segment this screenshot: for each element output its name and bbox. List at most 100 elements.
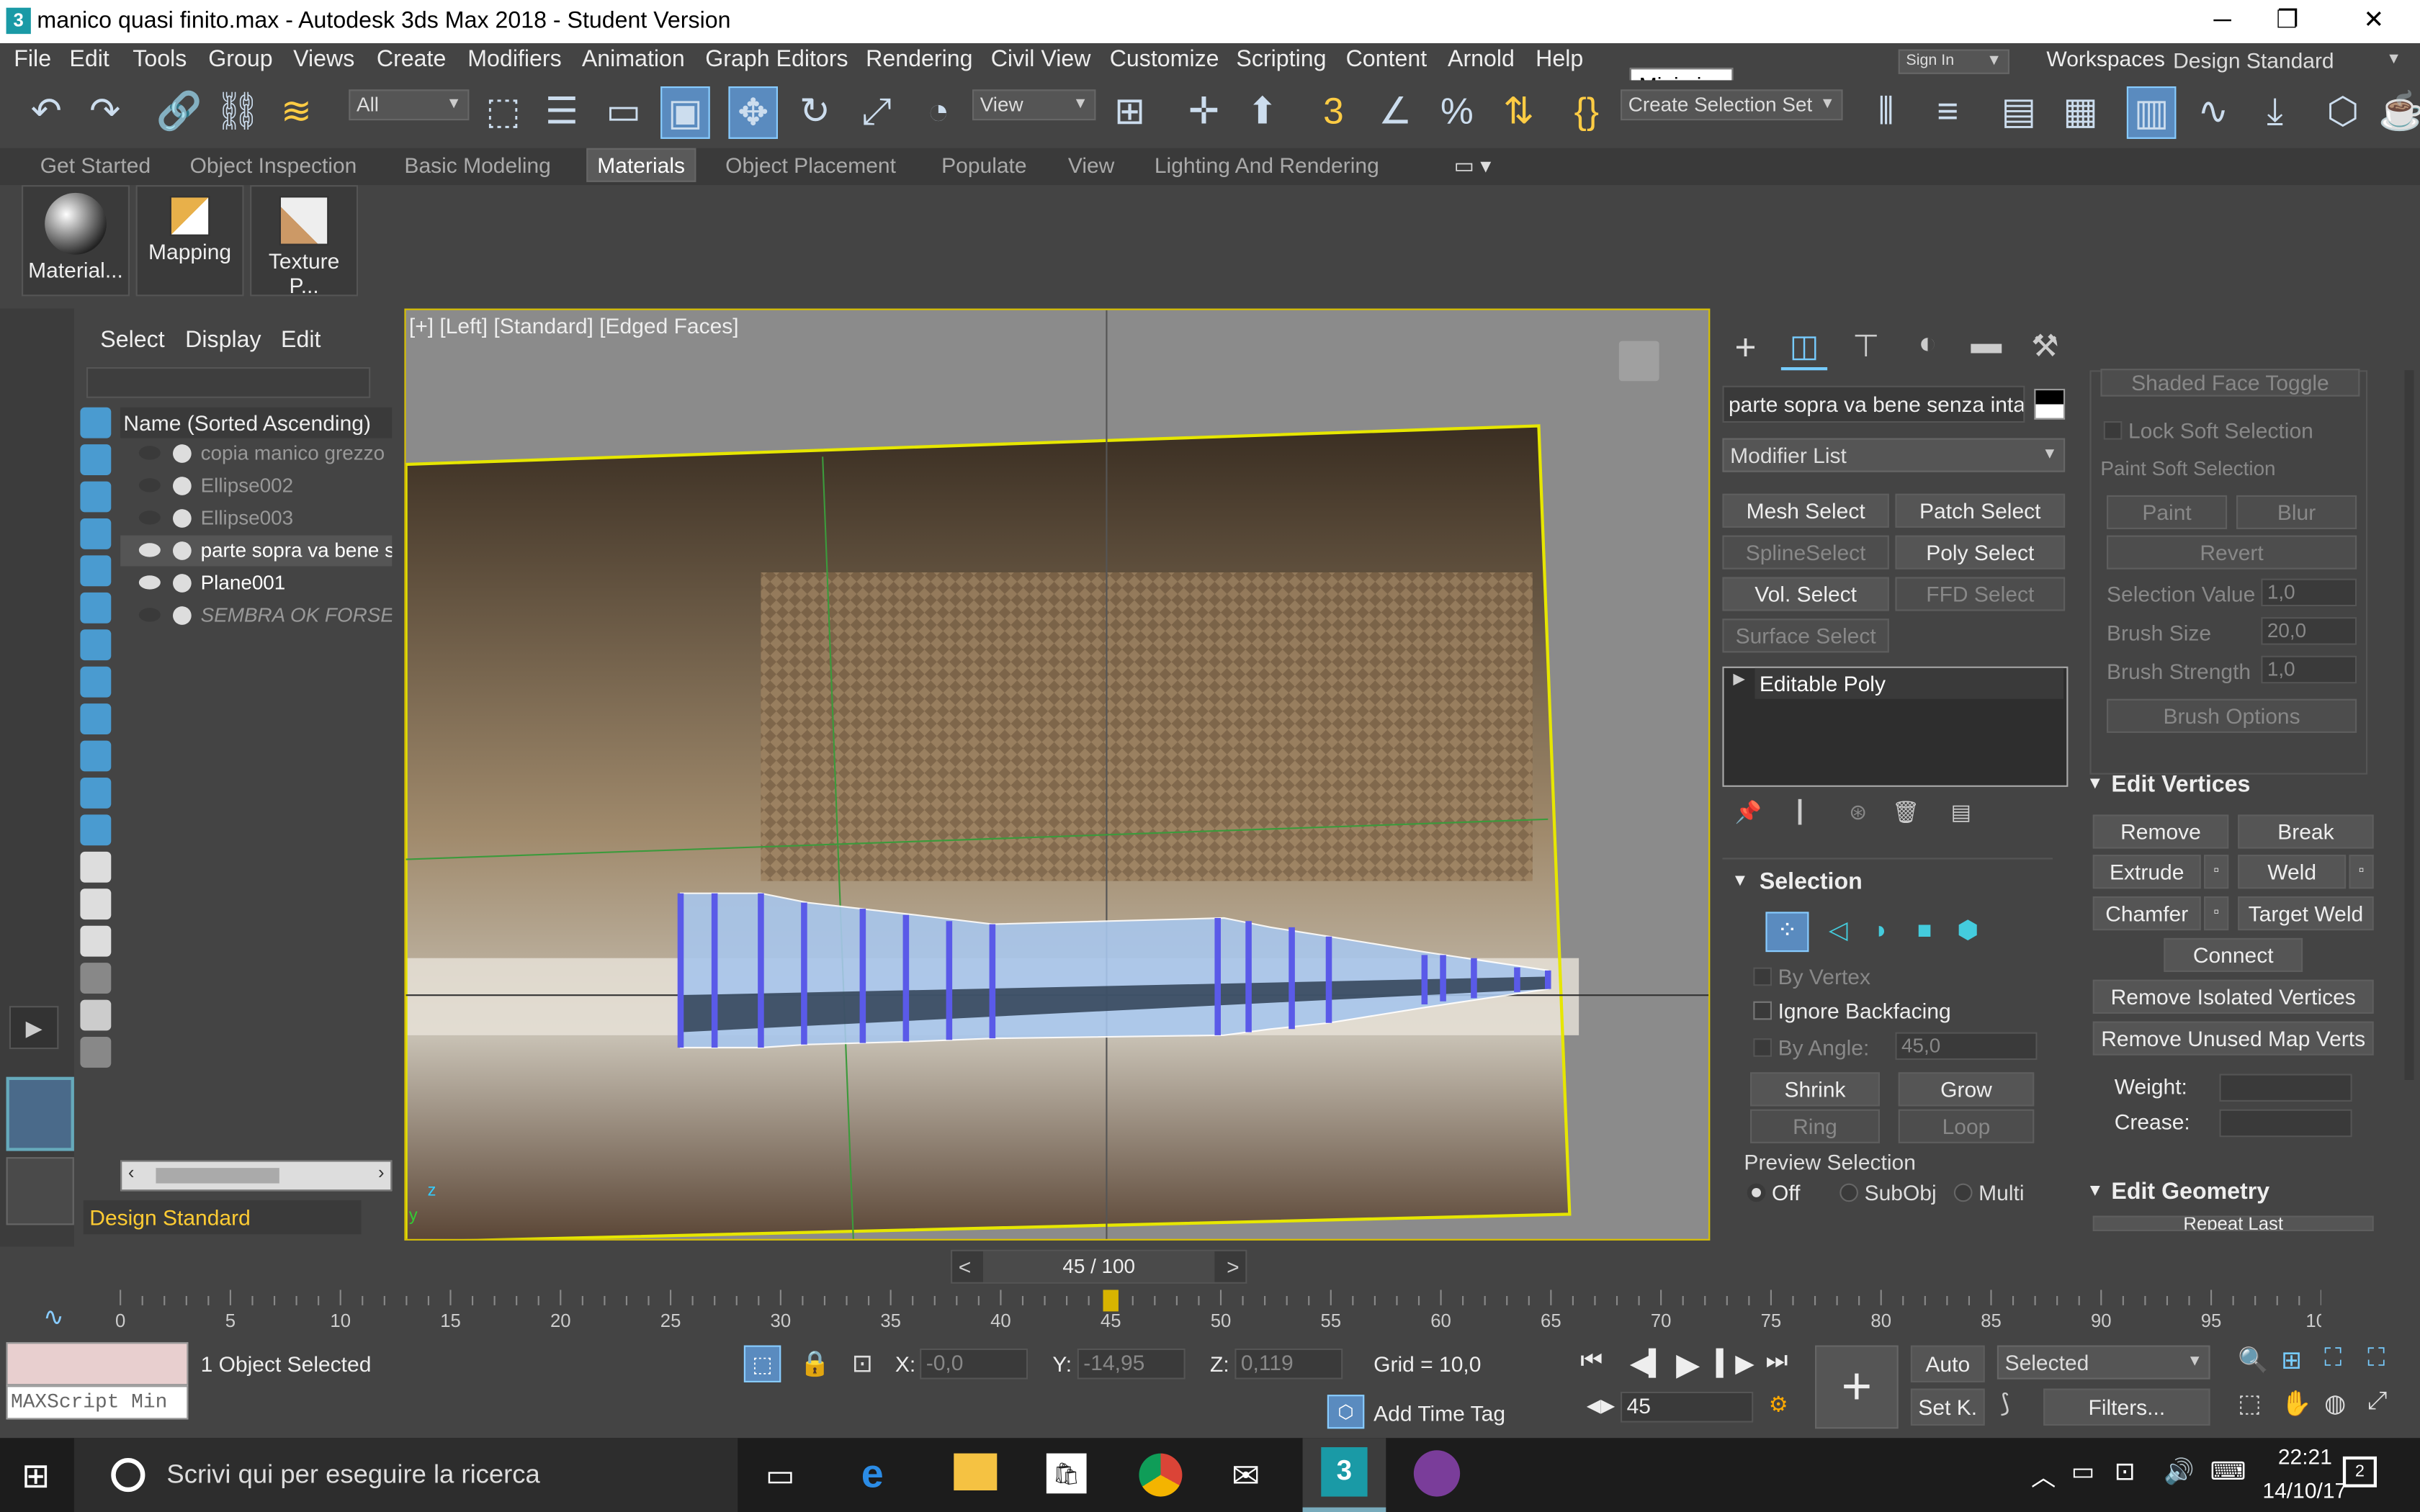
taskbar-search-box[interactable]: Scrivi qui per eseguire la ricerca	[73, 1438, 738, 1512]
menu-group[interactable]: Group	[208, 46, 272, 72]
default-tangents-icon[interactable]: ⟆	[2000, 1389, 2009, 1420]
scroll-thumb[interactable]	[156, 1168, 279, 1184]
github-desktop-icon[interactable]	[1413, 1450, 1461, 1497]
funnel-icon[interactable]	[80, 999, 112, 1031]
frozen-filter-icon[interactable]	[80, 778, 112, 809]
link-icon[interactable]: 🔗	[154, 86, 204, 139]
explorer-row[interactable]: copia manico grezzo	[120, 438, 392, 469]
scroll-left-icon[interactable]: ‹	[128, 1162, 135, 1184]
bone-filter-icon[interactable]	[80, 703, 112, 734]
time-slider-thumb[interactable]: 45 / 100	[983, 1251, 1215, 1282]
blur-button[interactable]: Blur	[2236, 495, 2357, 529]
zoom-icon[interactable]: 🔍	[2238, 1346, 2269, 1377]
material-browser-button[interactable]: Material...	[22, 185, 130, 297]
schematic-view-icon[interactable]: ⤓	[2250, 86, 2300, 139]
group-filter-icon[interactable]	[80, 629, 112, 661]
mirror-icon[interactable]: ⫴	[1861, 86, 1911, 139]
shaded-face-toggle-button[interactable]: Shaded Face Toggle	[2100, 369, 2360, 397]
viewport-left[interactable]: [+] [Left] [Standard] [Edged Faces] z y	[404, 308, 1711, 1241]
time-tag-icon[interactable]: ⬡	[1327, 1395, 1365, 1429]
orbit-icon[interactable]: ◍	[2324, 1389, 2346, 1420]
edge-browser-icon[interactable]: e	[861, 1450, 884, 1498]
shrink-button[interactable]: Shrink	[1750, 1072, 1880, 1107]
edge-mode-icon[interactable]: ◁	[1818, 912, 1858, 952]
viewport-layout-tab[interactable]	[6, 1157, 74, 1225]
action-center-icon[interactable]: 2	[2342, 1456, 2377, 1488]
key-filters-button[interactable]: Filters...	[2043, 1388, 2210, 1426]
by-angle-checkbox[interactable]	[1753, 1038, 1772, 1057]
previous-frame-icon[interactable]: ◀▍	[1630, 1349, 1668, 1380]
isolate-selection-icon[interactable]: ⬚	[743, 1345, 781, 1382]
window-crossing-icon[interactable]: ▣	[660, 86, 710, 139]
select-object-icon[interactable]: ⬚	[478, 86, 528, 139]
revert-button[interactable]: Revert	[2107, 535, 2357, 570]
tab-object-placement[interactable]: Object Placement	[725, 153, 896, 177]
light-filter-icon[interactable]	[80, 481, 112, 513]
3dsmax-taskbar-button[interactable]: 3	[1302, 1438, 1386, 1512]
mesh-select-button[interactable]: Mesh Select	[1722, 493, 1889, 528]
display-invert-icon[interactable]	[80, 925, 112, 957]
play-icon[interactable]: ▶	[1676, 1346, 1700, 1385]
selection-rollout-title[interactable]: Selection	[1760, 868, 1863, 894]
remove-button[interactable]: Remove	[2092, 814, 2229, 849]
track-bar[interactable]: 0 5 10 15 20 25 30 35 40 45 50 55 60 65 70 75 80 85 90 95 10…	[115, 1290, 2336, 1331]
current-frame-marker[interactable]	[1103, 1290, 1119, 1312]
create-tab-icon[interactable]: +	[1722, 327, 1768, 370]
viewport-layout-tab-active[interactable]	[6, 1076, 74, 1151]
expand-stack-icon[interactable]: ▶	[1733, 671, 1745, 688]
pivot-center-icon[interactable]: ⊞	[1105, 86, 1155, 139]
sign-in-dropdown[interactable]: Sign In	[1898, 49, 2009, 74]
go-to-end-icon[interactable]: ⏭	[1765, 1349, 1788, 1377]
file-explorer-icon[interactable]	[954, 1453, 998, 1490]
poly-select-button[interactable]: Poly Select	[1895, 535, 2066, 570]
edit-vertices-title[interactable]: Edit Vertices	[2111, 771, 2250, 797]
paint-button[interactable]: Paint	[2107, 495, 2228, 529]
edit-vertices-collapse-icon[interactable]: ▼	[2087, 775, 2103, 793]
curve-editor-mini-icon[interactable]: ∿	[43, 1302, 64, 1333]
explorer-menu-display[interactable]: Display	[185, 327, 261, 353]
weight-spinner[interactable]	[2219, 1074, 2352, 1102]
clock-date[interactable]: 14/10/17	[2262, 1478, 2347, 1503]
make-unique-icon[interactable]: ⊛	[1849, 799, 1867, 825]
key-filter-selected-dropdown[interactable]: Selected	[1996, 1345, 2210, 1380]
hidden-filter-icon[interactable]	[80, 814, 112, 846]
field-of-view-icon[interactable]: ⬚	[2238, 1389, 2261, 1420]
shape-filter-icon[interactable]	[80, 444, 112, 475]
unlink-icon[interactable]: ⛓	[213, 86, 263, 139]
chrome-icon[interactable]	[1139, 1453, 1183, 1497]
brush-strength-spinner[interactable]: 1,0	[2261, 655, 2357, 684]
menu-animation[interactable]: Animation	[582, 46, 685, 72]
rectangular-selection-icon[interactable]: ▭	[599, 86, 648, 139]
select-manipulate-icon[interactable]: ✛	[1179, 86, 1229, 139]
visibility-eye-icon[interactable]	[138, 608, 161, 622]
next-frame-button-icon[interactable]: ▍▶	[1716, 1349, 1754, 1380]
object-color-swatch[interactable]	[2034, 389, 2066, 420]
visibility-eye-icon[interactable]	[138, 575, 161, 590]
angle-snap-icon[interactable]: ∠	[1371, 86, 1420, 139]
language-icon[interactable]: ⌨	[2210, 1457, 2246, 1488]
surface-select-button[interactable]: Surface Select	[1722, 618, 1889, 653]
workspaces-dropdown[interactable]: Design Standard	[2166, 46, 2408, 78]
spacewarp-filter-icon[interactable]	[80, 592, 112, 624]
menu-civil-view[interactable]: Civil View	[991, 46, 1091, 72]
visibility-eye-icon[interactable]	[138, 510, 161, 525]
loop-button[interactable]: Loop	[1898, 1109, 2035, 1143]
selection-filter-dropdown[interactable]: All	[349, 89, 470, 121]
menu-views[interactable]: Views	[293, 46, 354, 72]
remove-unused-map-verts-button[interactable]: Remove Unused Map Verts	[2092, 1021, 2374, 1056]
by-angle-spinner[interactable]: 45,0	[1895, 1032, 2038, 1061]
crease-spinner[interactable]	[2219, 1109, 2352, 1138]
mail-icon[interactable]: ✉	[1232, 1457, 1260, 1497]
edit-geometry-title[interactable]: Edit Geometry	[2111, 1179, 2269, 1205]
close-button[interactable]: ✕	[2343, 3, 2405, 40]
next-frame-icon[interactable]: >	[1227, 1254, 1240, 1279]
display-tab-icon[interactable]: ▬	[1963, 327, 2009, 370]
tab-lighting-and-rendering[interactable]: Lighting And Rendering	[1155, 153, 1379, 177]
task-view-icon[interactable]: ▭	[766, 1457, 795, 1495]
tab-object-inspection[interactable]: Object Inspection	[190, 153, 357, 177]
break-button[interactable]: Break	[2238, 814, 2374, 849]
mapping-button[interactable]: Mapping	[135, 185, 244, 297]
tab-populate[interactable]: Populate	[941, 153, 1026, 177]
geometry-filter-icon[interactable]	[80, 407, 112, 438]
zoom-extents-all-icon[interactable]: ⛶	[2367, 1346, 2385, 1374]
